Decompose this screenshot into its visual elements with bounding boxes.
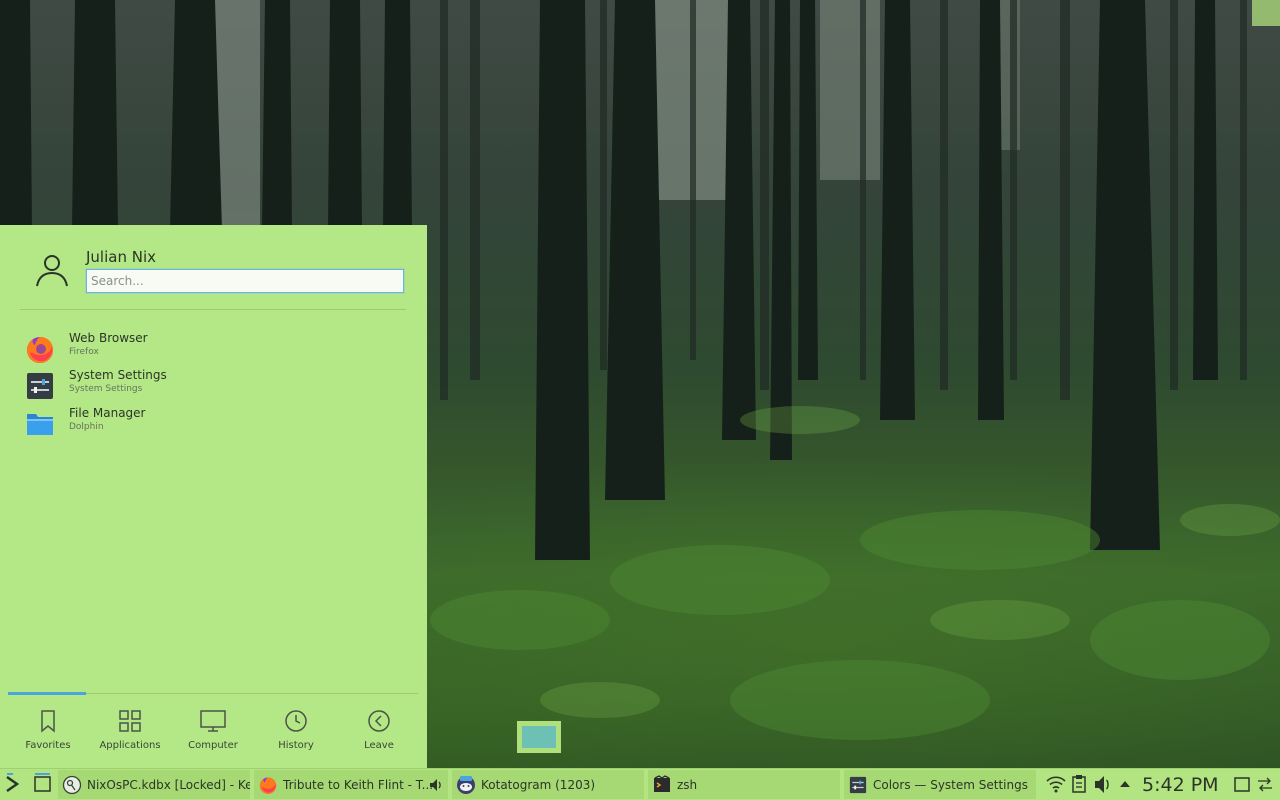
system-settings-icon <box>27 373 53 399</box>
tab-label: History <box>278 740 314 751</box>
clock-icon <box>285 710 307 732</box>
tab-label: Favorites <box>25 740 71 751</box>
firefox-icon <box>259 777 277 794</box>
favorite-subtitle: Firefox <box>69 347 99 357</box>
user-name: Julian Nix <box>86 248 156 266</box>
task-keepassxc[interactable]: NixOsPC.kdbx [Locked] - Ke... <box>58 770 250 799</box>
digital-clock[interactable]: 5:42 PM <box>1142 774 1219 796</box>
task-label: Kotatogram (1203) <box>481 778 596 792</box>
tab-history[interactable]: History <box>254 708 338 760</box>
tab-label: Applications <box>99 740 161 751</box>
favorite-subtitle: System Settings <box>69 384 143 394</box>
user-avatar-icon[interactable] <box>32 250 72 290</box>
terminal-icon <box>654 775 670 792</box>
wifi-icon[interactable] <box>1045 769 1067 800</box>
task-label: Colors — System Settings <box>873 778 1028 792</box>
kotatogram-icon <box>457 776 475 794</box>
application-launcher <box>0 225 427 768</box>
header-divider <box>20 309 406 310</box>
favorite-file-manager[interactable]: File Manager Dolphin <box>24 406 404 442</box>
favorite-system-settings[interactable]: System Settings System Settings <box>24 368 404 404</box>
task-label: zsh <box>677 778 698 792</box>
folder-icon <box>27 414 53 435</box>
speaker-icon[interactable] <box>428 777 444 793</box>
grid-icon <box>119 710 141 732</box>
task-system-settings[interactable]: Colors — System Settings <box>844 770 1036 799</box>
task-zsh[interactable]: zsh <box>648 770 840 799</box>
search-input[interactable] <box>86 269 404 293</box>
task-label: NixOsPC.kdbx [Locked] - Ke... <box>87 778 250 792</box>
app-launcher-icon[interactable] <box>3 769 29 800</box>
back-arrow-icon <box>368 710 390 732</box>
favorite-subtitle: Dolphin <box>69 422 104 432</box>
show-desktop-icon[interactable] <box>32 769 54 800</box>
monitor-icon <box>200 710 226 732</box>
task-label: Tribute to Keith Flint - T... <box>283 778 434 792</box>
firefox-icon <box>27 337 54 363</box>
keepassxc-icon <box>62 775 82 795</box>
tab-label: Leave <box>364 740 394 751</box>
desktop-peek-icon[interactable] <box>1232 769 1252 800</box>
tab-applications[interactable]: Applications <box>88 708 172 760</box>
panel-options-icon[interactable] <box>1255 769 1275 800</box>
favorite-title: System Settings <box>69 368 167 382</box>
active-tab-indicator <box>8 692 86 695</box>
tab-computer[interactable]: Computer <box>171 708 255 760</box>
tab-leave[interactable]: Leave <box>337 708 421 760</box>
task-kotatogram[interactable]: Kotatogram (1203) <box>452 770 644 799</box>
widget-preview <box>522 726 556 748</box>
tab-favorites[interactable]: Favorites <box>6 708 90 760</box>
bookmark-icon <box>41 710 55 733</box>
desktop-widget[interactable] <box>517 721 561 753</box>
tab-label: Computer <box>188 740 238 751</box>
system-settings-icon <box>849 776 867 794</box>
desktop-toolbox-button[interactable] <box>1252 0 1280 26</box>
favorite-web-browser[interactable]: Web Browser Firefox <box>24 331 404 367</box>
favorite-title: Web Browser <box>69 331 148 345</box>
favorite-title: File Manager <box>69 406 146 420</box>
clipboard-icon[interactable] <box>1070 769 1088 800</box>
task-firefox[interactable]: Tribute to Keith Flint - T... <box>254 770 448 799</box>
expand-tray-icon[interactable] <box>1117 769 1133 800</box>
volume-icon[interactable] <box>1093 769 1113 800</box>
taskbar: NixOsPC.kdbx [Locked] - Ke... Tribute to… <box>0 768 1280 800</box>
